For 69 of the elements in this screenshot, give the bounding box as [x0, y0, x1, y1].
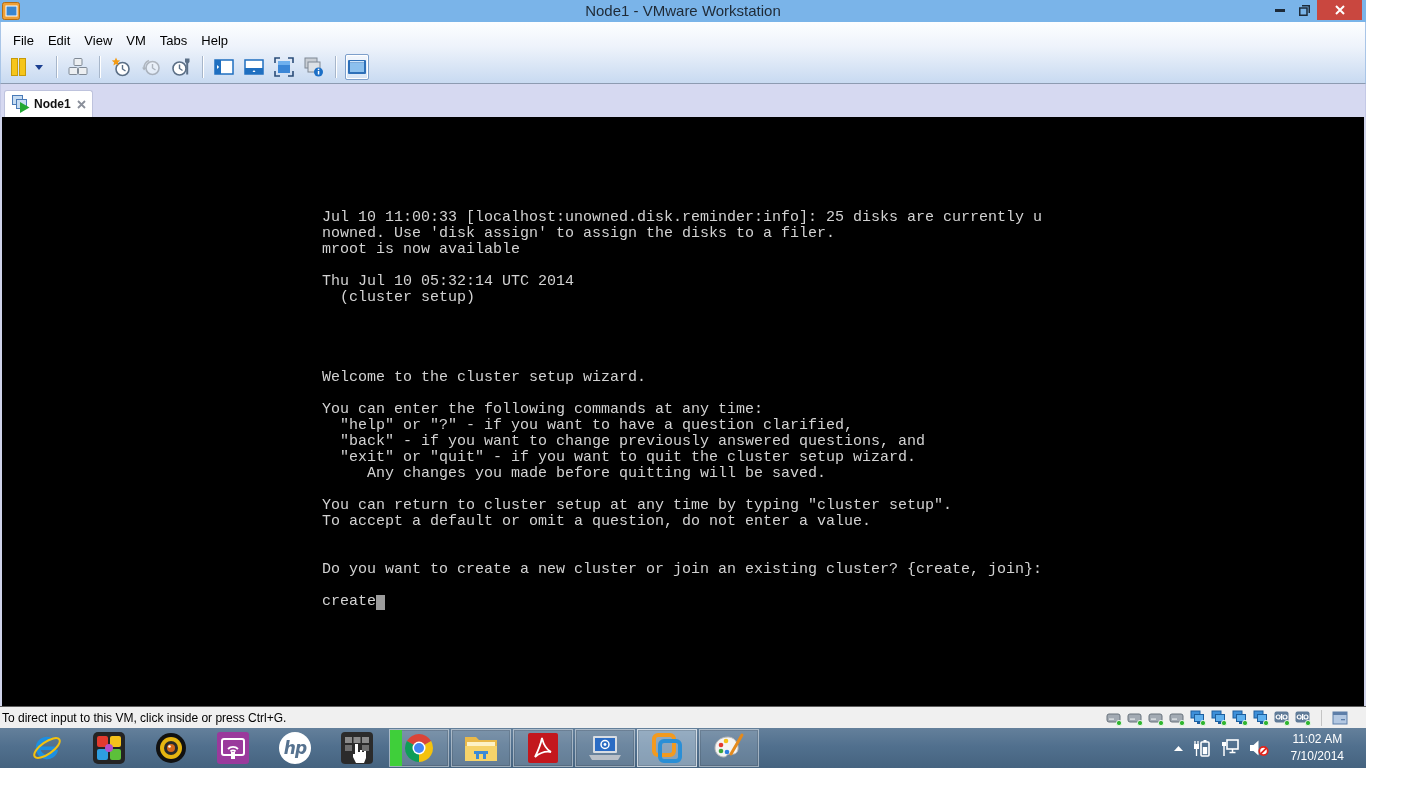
- wireless-display-icon: [217, 732, 249, 764]
- keyboard-keys-icon: [68, 57, 88, 77]
- puzzle-icon: [93, 732, 125, 764]
- menu-item[interactable]: View: [77, 29, 120, 51]
- console-input-text: create: [322, 594, 376, 610]
- laptop-icon: [588, 734, 622, 762]
- pause-icon: [11, 58, 26, 76]
- toolbar-button[interactable]: [345, 54, 369, 80]
- network-icon[interactable]: [1232, 709, 1248, 726]
- network-icon[interactable]: [1190, 709, 1206, 726]
- console-line: To accept a default or omit a question, do not enter a value.: [322, 514, 872, 530]
- clock-star-icon: [111, 57, 131, 77]
- taskbar-button[interactable]: hp: [265, 729, 325, 767]
- pdf-icon: [528, 733, 558, 763]
- network-icon[interactable]: [1253, 709, 1269, 726]
- caret-icon: [35, 64, 43, 70]
- clock-arrow-icon: [141, 57, 161, 77]
- menu-item[interactable]: Help: [194, 29, 236, 51]
- minimize-icon: [1274, 8, 1285, 12]
- logo: hp: [279, 732, 311, 764]
- console-line: Thu Jul 10 05:32:14 UTC 2014: [322, 274, 575, 290]
- connector-icon[interactable]: [1274, 709, 1290, 726]
- browser-icon: [403, 732, 435, 764]
- power-plug-icon[interactable]: [1192, 738, 1211, 758]
- window-title: Node1 - VMware Workstation: [585, 1, 781, 21]
- menu-item[interactable]: File: [6, 29, 41, 51]
- console-line: You can enter the following commands at any time:: [322, 402, 764, 418]
- squares-icon: [651, 732, 683, 764]
- vm-play-icon: [12, 95, 30, 113]
- status-message: To direct input to this VM, click inside or press Ctrl+G.: [2, 710, 287, 725]
- network-icon[interactable]: [1220, 739, 1239, 757]
- connector-icon[interactable]: [1295, 709, 1311, 726]
- vm-console[interactable]: [0, 117, 1366, 706]
- close-icon[interactable]: [77, 99, 86, 109]
- tab[interactable]: Node1: [4, 90, 93, 117]
- restore-icon: [1299, 4, 1310, 16]
- console-line: Welcome to the cluster setup wizard.: [322, 370, 647, 386]
- close-button[interactable]: [1317, 0, 1362, 20]
- console-line: "help" or "?" - if you want to have a question clarified,: [340, 418, 854, 434]
- console-line: "back" - if you want to change previously answered questions, and: [340, 434, 926, 450]
- thumbnail-bar-icon: [244, 57, 264, 77]
- console-view-icon: [347, 57, 367, 77]
- menu-item[interactable]: VM: [119, 29, 153, 51]
- windows-info-icon: [304, 57, 324, 77]
- menu-item[interactable]: Tabs: [152, 29, 195, 51]
- console-line: "exit" or "quit" - if you want to quit the cluster setup wizard.: [340, 450, 917, 466]
- console-line: Any changes you made before quitting will be saved.: [367, 466, 827, 482]
- toolbar-button[interactable]: [302, 54, 326, 80]
- menu-item[interactable]: Edit: [40, 29, 78, 51]
- speaker-muted-icon[interactable]: [1248, 739, 1269, 757]
- console-line: Do you want to create a new cluster or join an existing cluster? {create, join}:: [322, 562, 1043, 578]
- fullscreen-icon: [274, 57, 294, 77]
- touch-icon: [341, 732, 373, 764]
- caret-up-icon[interactable]: [1173, 745, 1183, 751]
- console-line: mroot is now available: [322, 242, 521, 258]
- console-line: Jul 10 11:00:33 [localhost:unowned.disk.reminder:info]: 25 disks are currently u: [322, 210, 1043, 226]
- webcam-icon: [155, 732, 187, 764]
- console-line: nowned. Use 'disk assign' to assign the disks to a filer.: [322, 226, 836, 242]
- app-icon: [2, 2, 20, 20]
- console-line: (cluster setup): [340, 290, 476, 306]
- clock-wrench-icon: [171, 57, 191, 77]
- message-log-icon[interactable]: [1332, 709, 1348, 726]
- sidebar-view-icon: [214, 57, 234, 77]
- close-icon: [1334, 5, 1345, 15]
- console-line: You can return to cluster setup at any time by typing "cluster setup".: [322, 498, 953, 514]
- network-icon[interactable]: [1211, 709, 1227, 726]
- clock-date: 7/10/2014: [1290, 748, 1344, 765]
- clock-time: 11:02 AM: [1292, 731, 1343, 748]
- toolbar-button[interactable]: [272, 54, 296, 80]
